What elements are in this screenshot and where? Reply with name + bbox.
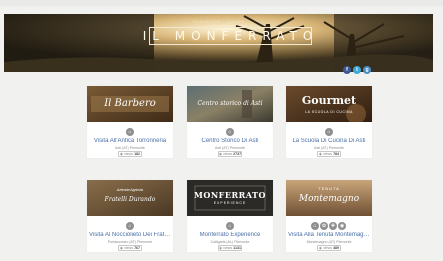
tour-icon: ◉ — [338, 222, 346, 230]
thumbnail-caption: Gourmet — [301, 94, 357, 107]
thumbnail-subcaption: LA SCUOLA DI CUCINA — [305, 110, 353, 114]
experience-card[interactable]: TENUTA Montemagno ⌂ ✿ ✚ ◉ Visita Alla Te… — [286, 180, 372, 252]
food-icon: ✚ — [329, 222, 337, 230]
eye-icon: ◉ — [318, 152, 323, 156]
eye-icon: ◉ — [219, 246, 223, 250]
hero-title-frame: IL MONFERRATO — [143, 27, 312, 45]
experience-card[interactable]: Il Barbero ⌂ Visita All'Antica Torronner… — [87, 86, 173, 158]
card-location: Portacomaro (AT) Piemonte — [107, 240, 153, 244]
card-location: Montemagno (AT) Piemonte — [306, 240, 352, 244]
thumbnail-caption: Centro storico di Asti — [197, 100, 263, 107]
views-counter: ◉ views 182 — [118, 151, 142, 157]
views-counter: ◉ views 489 — [317, 245, 341, 251]
thumbnail-caption: Il Barbero — [104, 98, 156, 109]
eye-icon: ◉ — [218, 152, 223, 156]
card-thumbnail[interactable]: Azienda Agricola Fratelli Durando — [87, 180, 173, 216]
card-location: Asti (AT) Piemonte — [314, 146, 344, 150]
experience-card[interactable]: MONFERRATO EXPERIENCE ⌂ Monferrato Exper… — [187, 180, 273, 252]
category-icon: ⌂ — [311, 222, 319, 230]
card-title[interactable]: Centro Storico Di Asti — [189, 138, 271, 144]
category-icon: ⌂ — [126, 222, 134, 230]
eye-icon: ◉ — [119, 152, 124, 156]
thumbnail-caption: MONFERRATO — [194, 190, 266, 200]
card-title[interactable]: Visita All'Antica Torronneria — [89, 138, 171, 144]
views-counter: ◉ views 784 — [317, 151, 341, 157]
card-thumbnail[interactable]: Il Barbero — [87, 86, 173, 122]
card-location: Calligaris (AL) Piemonte — [210, 240, 250, 244]
hero-banner: TRAVELER · GUIDE IL MONFERRATO — [4, 14, 433, 72]
google-plus-icon[interactable]: g — [363, 66, 371, 74]
card-location: Asti (AT) Piemonte — [115, 146, 145, 150]
category-icon: ⌂ — [226, 128, 234, 136]
card-thumbnail[interactable]: Gourmet LA SCUOLA DI CUCINA — [286, 86, 372, 122]
thumbnail-caption: Montemagno — [298, 194, 360, 204]
card-thumbnail[interactable]: Centro storico di Asti — [187, 86, 273, 122]
experience-card[interactable]: Gourmet LA SCUOLA DI CUCINA ⌂ La Scuola … — [286, 86, 372, 158]
card-title[interactable]: Monferrato Experience — [189, 232, 271, 238]
category-icon: ⌂ — [226, 222, 234, 230]
facebook-icon[interactable]: f — [343, 66, 351, 74]
thumbnail-subcaption: EXPERIENCE — [213, 201, 247, 205]
category-icon: ⌂ — [126, 128, 134, 136]
card-title[interactable]: Visita Alla Tenuta Montemagno — [288, 232, 370, 238]
top-strip — [0, 0, 443, 6]
hero-title: IL MONFERRATO — [142, 29, 319, 43]
card-title[interactable]: La Scuola Di Cucina Di Asti — [288, 138, 370, 144]
views-counter: ◉ views 1131 — [218, 245, 242, 251]
experience-card[interactable]: Centro storico di Asti ⌂ Centro Storico … — [187, 86, 273, 158]
eye-icon: ◉ — [318, 246, 323, 250]
category-icon: ⌂ — [325, 128, 333, 136]
card-thumbnail[interactable]: MONFERRATO EXPERIENCE — [187, 180, 273, 216]
thumbnail-subcaption: Azienda Agricola — [116, 188, 144, 192]
card-title[interactable]: Visita Al Nocciolieto Dei Fratel... — [89, 232, 171, 238]
card-thumbnail[interactable]: TENUTA Montemagno — [286, 180, 372, 216]
thumbnail-subcaption: TENUTA — [318, 186, 340, 191]
views-counter: ◉ views 767 — [118, 245, 142, 251]
eye-icon: ◉ — [119, 246, 124, 250]
twitter-icon[interactable]: t — [353, 66, 361, 74]
hero-brand: TRAVELER · GUIDE — [191, 19, 246, 24]
card-location: Asti (AT) Piemonte — [215, 146, 245, 150]
views-counter: ◉ views 2737 — [218, 151, 242, 157]
wine-icon: ✿ — [320, 222, 328, 230]
experience-card[interactable]: Azienda Agricola Fratelli Durando ⌂ Visi… — [87, 180, 173, 252]
thumbnail-caption: Fratelli Durando — [104, 196, 156, 203]
